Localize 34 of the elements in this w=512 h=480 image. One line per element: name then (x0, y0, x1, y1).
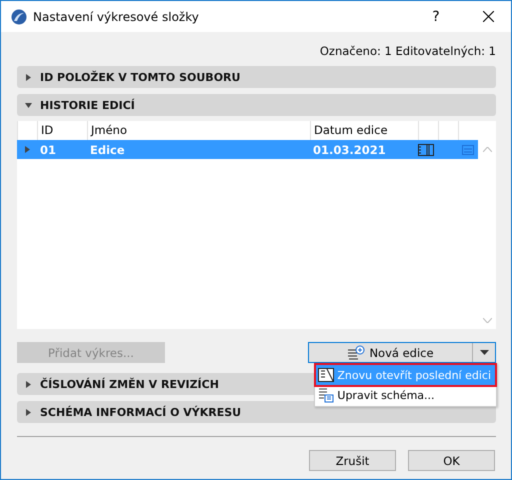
collapsed-icon (25, 408, 32, 416)
section-header[interactable]: HISTORIE EDICÍ (17, 94, 496, 116)
collapsed-icon (25, 380, 32, 388)
dropdown-arrow-button[interactable] (473, 343, 495, 362)
section-header[interactable]: SCHÉMA INFORMACÍ O VÝKRESU (17, 401, 496, 423)
expanded-icon (25, 102, 32, 108)
cancel-button[interactable]: Zrušit (309, 450, 396, 471)
table-cell-text: 01.03.2021 (312, 142, 387, 156)
help-button[interactable]: ? (413, 1, 459, 32)
section-title: HISTORIE EDICÍ (40, 98, 135, 112)
scroll-up-icon[interactable] (482, 147, 492, 152)
section-header[interactable]: ID POLOŽEK V TOMTO SOUBORU (17, 66, 496, 88)
menu-item[interactable]: Upravit schéma... (316, 385, 495, 405)
expand-icon[interactable] (24, 146, 31, 153)
new-issue-button[interactable]: Nová edice (309, 343, 473, 362)
app-logo-icon (11, 8, 27, 24)
collapsed-icon (25, 74, 32, 80)
table-cell-text: Edice (89, 142, 126, 156)
table-cell-text: 01 (39, 142, 58, 156)
ok-button[interactable]: OK (408, 450, 495, 471)
close-icon (482, 11, 494, 22)
caret-icon (480, 350, 488, 355)
layout-icon (418, 144, 434, 156)
section-title: ID POLOŽEK V TOMTO SOUBORU (40, 70, 240, 84)
new-issue-icon (347, 344, 366, 360)
section-title: SCHÉMA INFORMACÍ O VÝKRESU (40, 406, 242, 418)
section-title: ČÍSLOVÁNÍ ZMĚN V REVIZÍCH (40, 378, 219, 390)
selection-summary: Označeno: 1 Editovatelných: 1 (320, 44, 496, 58)
reopen-icon (318, 368, 334, 382)
scroll-down-icon[interactable] (482, 318, 492, 323)
window-title: Nastavení výkresové složky (33, 10, 200, 24)
new-issue-split-button[interactable]: Nová edice (308, 342, 496, 363)
list-icon (462, 144, 474, 154)
edit-schema-icon (318, 387, 334, 403)
